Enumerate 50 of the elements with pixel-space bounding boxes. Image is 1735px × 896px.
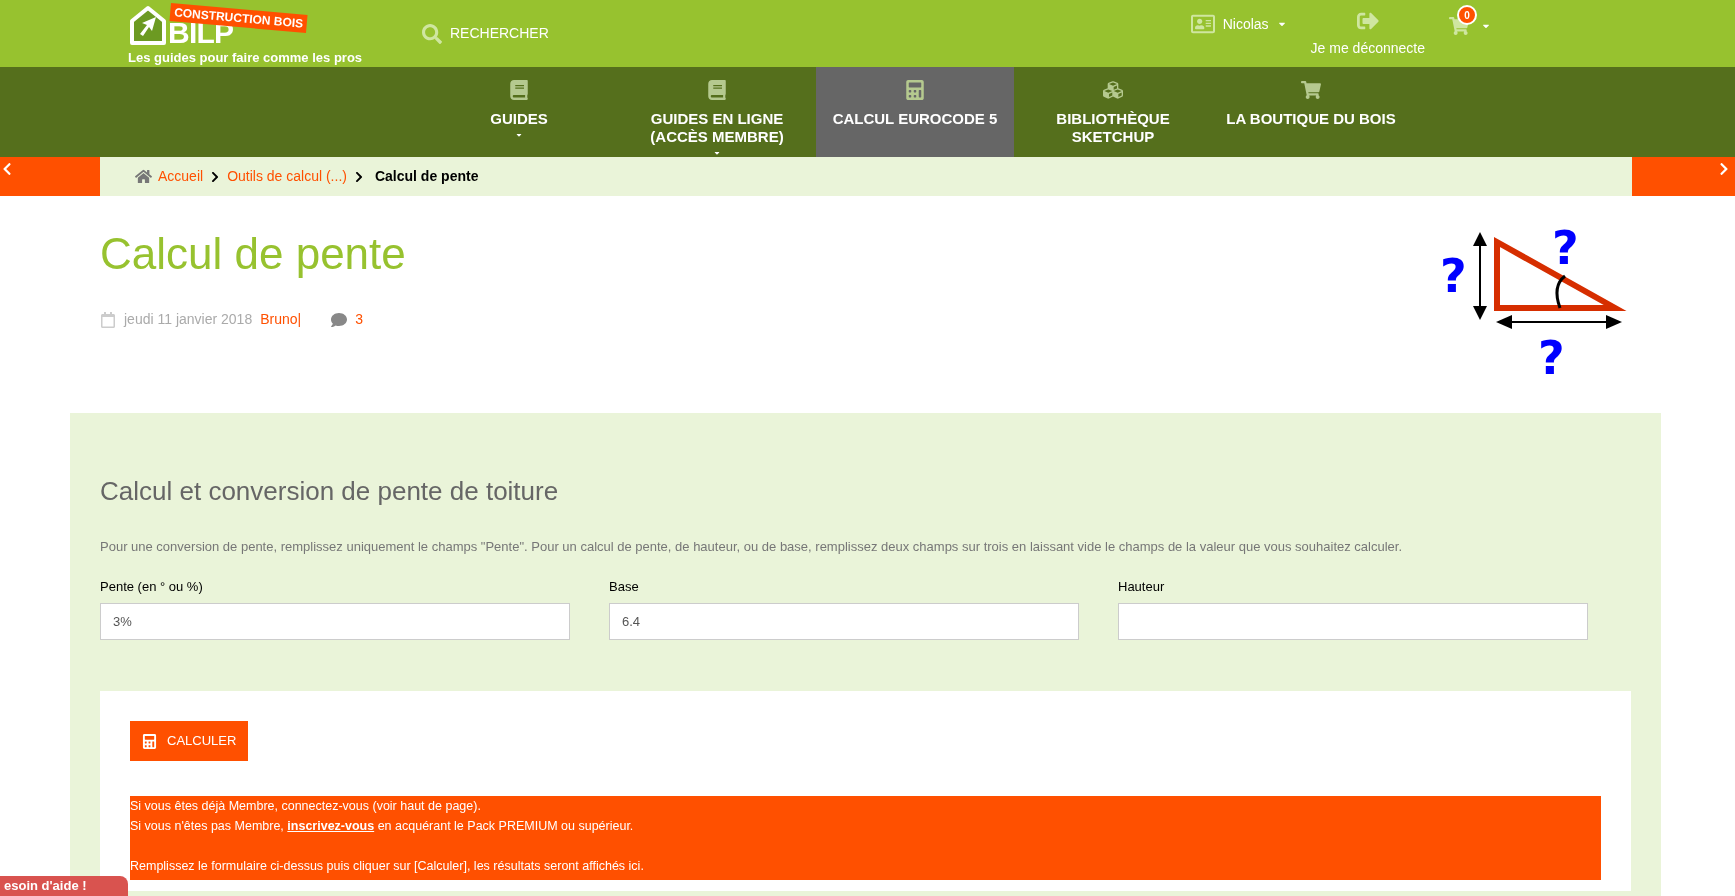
comment-icon — [331, 311, 348, 328]
user-menu[interactable]: Nicolas — [1190, 12, 1287, 36]
nav-tab[interactable]: BIBLIOTHÈQUE SKETCHUP — [1014, 67, 1212, 157]
input-field[interactable]: 3% — [100, 603, 570, 640]
calendar-icon — [100, 311, 116, 328]
home-icon — [135, 168, 152, 185]
search-icon — [422, 23, 442, 44]
field-label: Base — [609, 577, 640, 596]
field-label: Hauteur — [1118, 577, 1166, 596]
calculator-icon — [142, 733, 157, 749]
input-field[interactable] — [1118, 603, 1588, 640]
profile-card-icon — [1190, 12, 1215, 36]
logo-tagline: Les guides pour faire comme les pros — [128, 48, 363, 67]
form-heading: Calcul et conversion de pente de toiture — [100, 475, 560, 507]
previous-arrow-button[interactable] — [0, 157, 100, 196]
caret-icon — [515, 131, 523, 139]
cart-icon — [1301, 80, 1321, 100]
logout-icon — [1356, 10, 1379, 32]
comment-count[interactable]: 3 — [355, 309, 363, 330]
caret-icon — [713, 149, 721, 157]
nav-tab[interactable]: GUIDES — [420, 67, 618, 157]
calculator-icon — [905, 80, 925, 100]
notice-text: Si vous n'êtes pas Membre, inscrivez-vous en acquérant le Pack PREMIUM ou supérieur. — [130, 818, 635, 835]
post-date: jeudi 11 janvier 2018 — [124, 310, 253, 329]
page-title: Calcul de pente — [100, 228, 406, 280]
author-link[interactable]: Bruno — [260, 309, 298, 330]
breadcrumb-current: Calcul de pente — [374, 167, 479, 186]
help-tab[interactable]: esoin d'aide ! — [0, 876, 128, 896]
next-arrow-button[interactable] — [1632, 157, 1735, 196]
notice-text: Remplissez le formulaire ci-dessus puis cliquer sur [Calculer], les résultats seront affichés ici. — [130, 858, 645, 875]
notice-text: Si vous êtes déjà Membre, connectez-vous (voir haut de page). — [130, 798, 482, 815]
meta-separator: | — [297, 310, 302, 329]
cubes-icon — [1103, 80, 1123, 100]
cart-count-badge: 0 — [1457, 5, 1477, 25]
nav-tab[interactable]: LA BOUTIQUE DU BOIS — [1212, 67, 1410, 157]
form-instructions: Pour une conversion de pente, remplissez uniquement le champs "Pente". Pour un calcul de pente, de hauteur, ou de base, remplissez deux champs sur trois en laissant vide le champs de la valeur que vous souhaitez calculer. — [100, 538, 1404, 556]
register-link[interactable]: inscrivez-vous — [287, 819, 375, 833]
breadcrumb-link[interactable]: Outils de calcul (...) — [227, 166, 347, 187]
nav-tab[interactable]: GUIDES EN LIGNE (ACCÈS MEMBRE) — [618, 67, 816, 157]
breadcrumb-link[interactable]: Accueil — [158, 166, 204, 187]
logout-button[interactable]: Je me déconnecte — [1310, 10, 1425, 59]
search-button[interactable]: RECHERCHER — [422, 23, 549, 44]
house-logo-icon — [128, 4, 168, 47]
book-icon — [509, 80, 529, 100]
slope-triangle-drawing: ? ? ? — [1440, 224, 1640, 384]
input-field[interactable]: 6.4 — [609, 603, 1079, 640]
field-label: Pente (en ° ou %) — [100, 577, 204, 596]
nav-tab[interactable]: CALCUL EUROCODE 5 — [816, 67, 1014, 157]
calculate-button[interactable]: CALCULER — [130, 721, 249, 761]
book-icon — [707, 80, 727, 100]
